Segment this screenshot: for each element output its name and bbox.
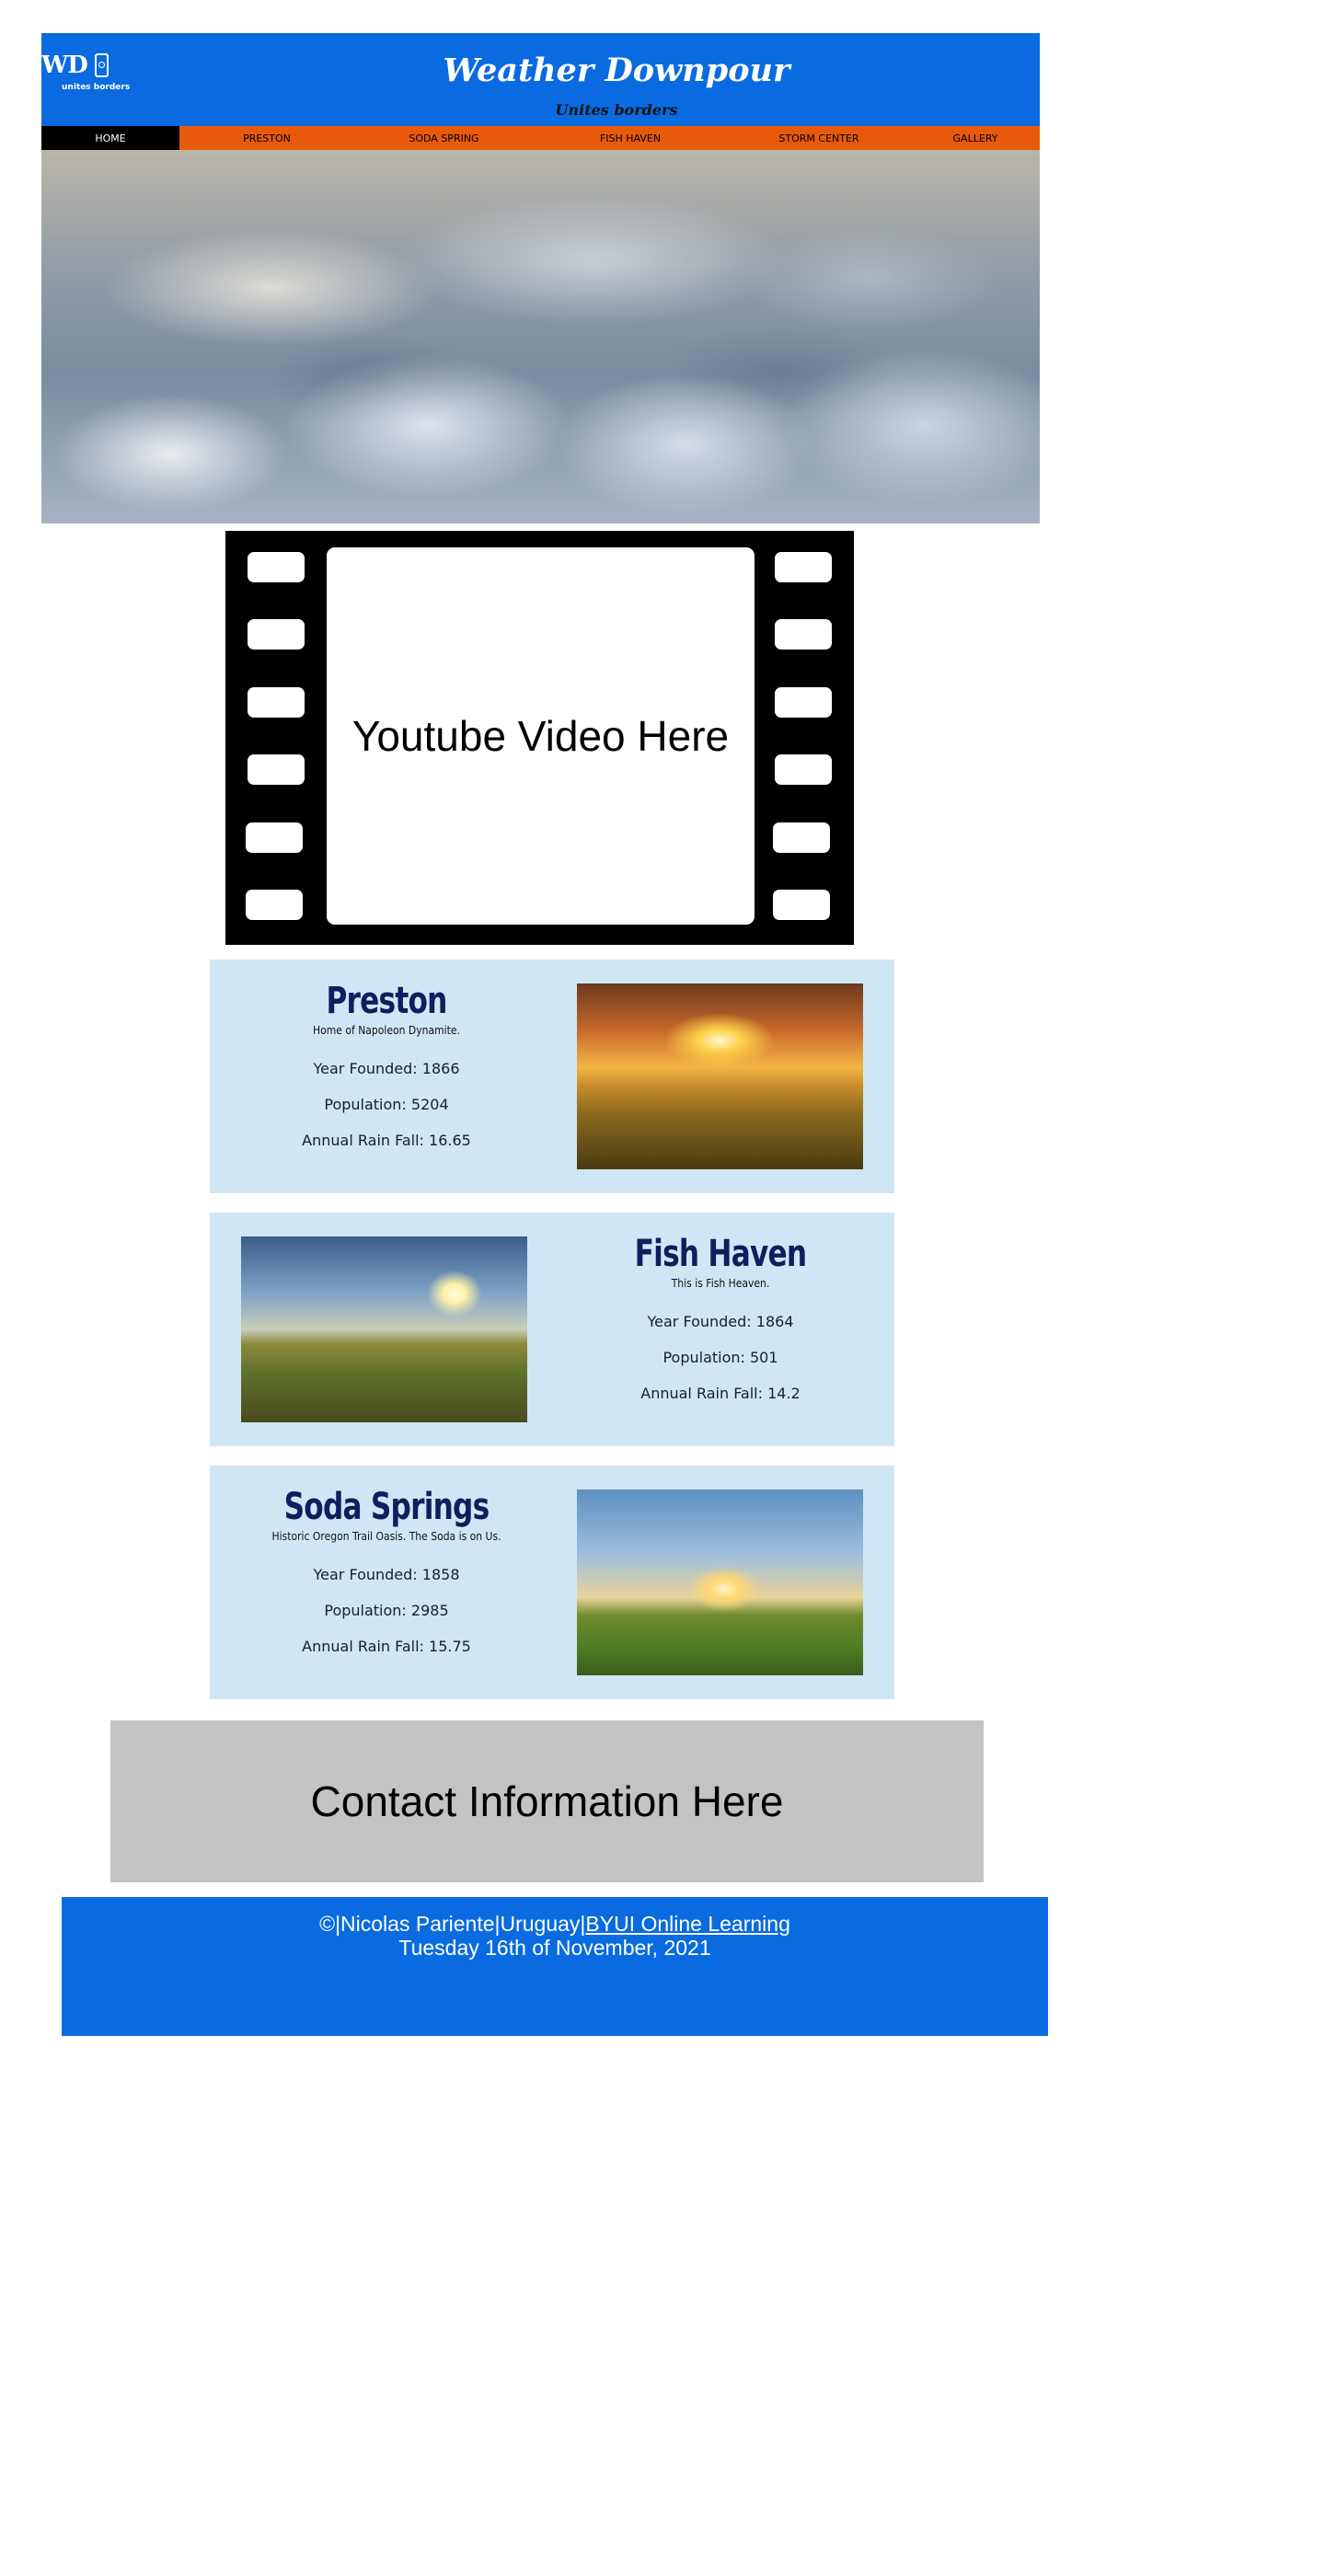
film-sprocket bbox=[246, 890, 303, 920]
nav-item-gallery[interactable]: GALLERY bbox=[911, 126, 1040, 150]
footer-copyright: ©|Nicolas Pariente|Uruguay| bbox=[319, 1912, 586, 1936]
town-name: Fish Haven bbox=[634, 1233, 808, 1275]
nav-item-storm-center[interactable]: STORM CENTER bbox=[727, 126, 911, 150]
town-card-fish-haven: Fish Haven This is Fish Heaven. Year Fou… bbox=[210, 1213, 894, 1446]
town-card-soda-springs: Soda Springs Historic Oregon Trail Oasis… bbox=[210, 1466, 894, 1699]
town-population: Population: 2985 bbox=[324, 1602, 449, 1619]
town-rainfall: Annual Rain Fall: 14.2 bbox=[640, 1385, 801, 1402]
town-motto: This is Fish Heaven. bbox=[671, 1277, 770, 1290]
town-rainfall: Annual Rain Fall: 16.65 bbox=[302, 1132, 471, 1149]
video-film-frame: Youtube Video Here bbox=[225, 531, 854, 945]
site-header: WD unites borders Weather Downpour Unite… bbox=[41, 33, 1040, 126]
town-info: Preston Home of Napoleon Dynamite. Year … bbox=[248, 960, 524, 1148]
town-year-founded: Year Founded: 1866 bbox=[313, 1060, 460, 1077]
film-sprocket bbox=[248, 552, 305, 582]
film-sprocket bbox=[773, 890, 830, 920]
film-sprocket bbox=[775, 619, 832, 650]
footer-credits: ©|Nicolas Pariente|Uruguay|BYUI Online L… bbox=[62, 1912, 1048, 1936]
town-motto: Home of Napoleon Dynamite. bbox=[313, 1024, 460, 1037]
film-sprocket bbox=[775, 754, 832, 785]
town-rainfall: Annual Rain Fall: 15.75 bbox=[302, 1638, 471, 1655]
nav-item-home[interactable]: HOME bbox=[41, 126, 179, 150]
footer-date: Tuesday 16th of November, 2021 bbox=[398, 1936, 711, 1960]
town-photo-soda-springs bbox=[577, 1489, 863, 1675]
town-motto: Historic Oregon Trail Oasis. The Soda is… bbox=[271, 1530, 501, 1543]
film-sprocket bbox=[248, 687, 305, 718]
town-card-preston: Preston Home of Napoleon Dynamite. Year … bbox=[210, 960, 894, 1193]
hero-clouds-image bbox=[41, 150, 1040, 523]
town-photo-preston bbox=[577, 983, 863, 1169]
film-sprocket bbox=[773, 822, 830, 853]
video-placeholder-label: Youtube Video Here bbox=[351, 712, 730, 760]
town-name: Preston bbox=[326, 980, 447, 1022]
nav-item-soda-spring[interactable]: SODA SPRING bbox=[354, 126, 534, 150]
town-info: Fish Haven This is Fish Heaven. Year Fou… bbox=[582, 1213, 858, 1401]
site-footer: ©|Nicolas Pariente|Uruguay|BYUI Online L… bbox=[62, 1897, 1048, 2036]
nav-item-preston[interactable]: PRESTON bbox=[179, 126, 354, 150]
town-name: Soda Springs bbox=[283, 1486, 490, 1528]
town-population: Population: 501 bbox=[662, 1349, 778, 1366]
site-title: Weather Downpour bbox=[443, 52, 790, 89]
film-sprocket bbox=[775, 687, 832, 718]
town-year-founded: Year Founded: 1858 bbox=[313, 1566, 460, 1583]
film-sprocket bbox=[248, 619, 305, 650]
town-info: Soda Springs Historic Oregon Trail Oasis… bbox=[248, 1466, 524, 1654]
film-sprocket bbox=[246, 822, 303, 853]
town-year-founded: Year Founded: 1864 bbox=[647, 1313, 794, 1330]
site-subtitle: Unites borders bbox=[555, 101, 678, 119]
film-sprocket bbox=[248, 754, 305, 785]
byui-link[interactable]: BYUI Online Learning bbox=[585, 1912, 789, 1936]
town-population: Population: 5204 bbox=[324, 1096, 449, 1113]
film-sprocket bbox=[775, 552, 832, 582]
contact-placeholder-label: Contact Information Here bbox=[310, 1777, 784, 1825]
contact-section: Contact Information Here bbox=[110, 1720, 984, 1882]
nav-item-fish-haven[interactable]: FISH HAVEN bbox=[534, 126, 727, 150]
town-photo-fish-haven bbox=[241, 1236, 527, 1422]
video-player[interactable]: Youtube Video Here bbox=[327, 547, 755, 925]
main-nav: HOME PRESTON SODA SPRING FISH HAVEN STOR… bbox=[41, 126, 1040, 150]
